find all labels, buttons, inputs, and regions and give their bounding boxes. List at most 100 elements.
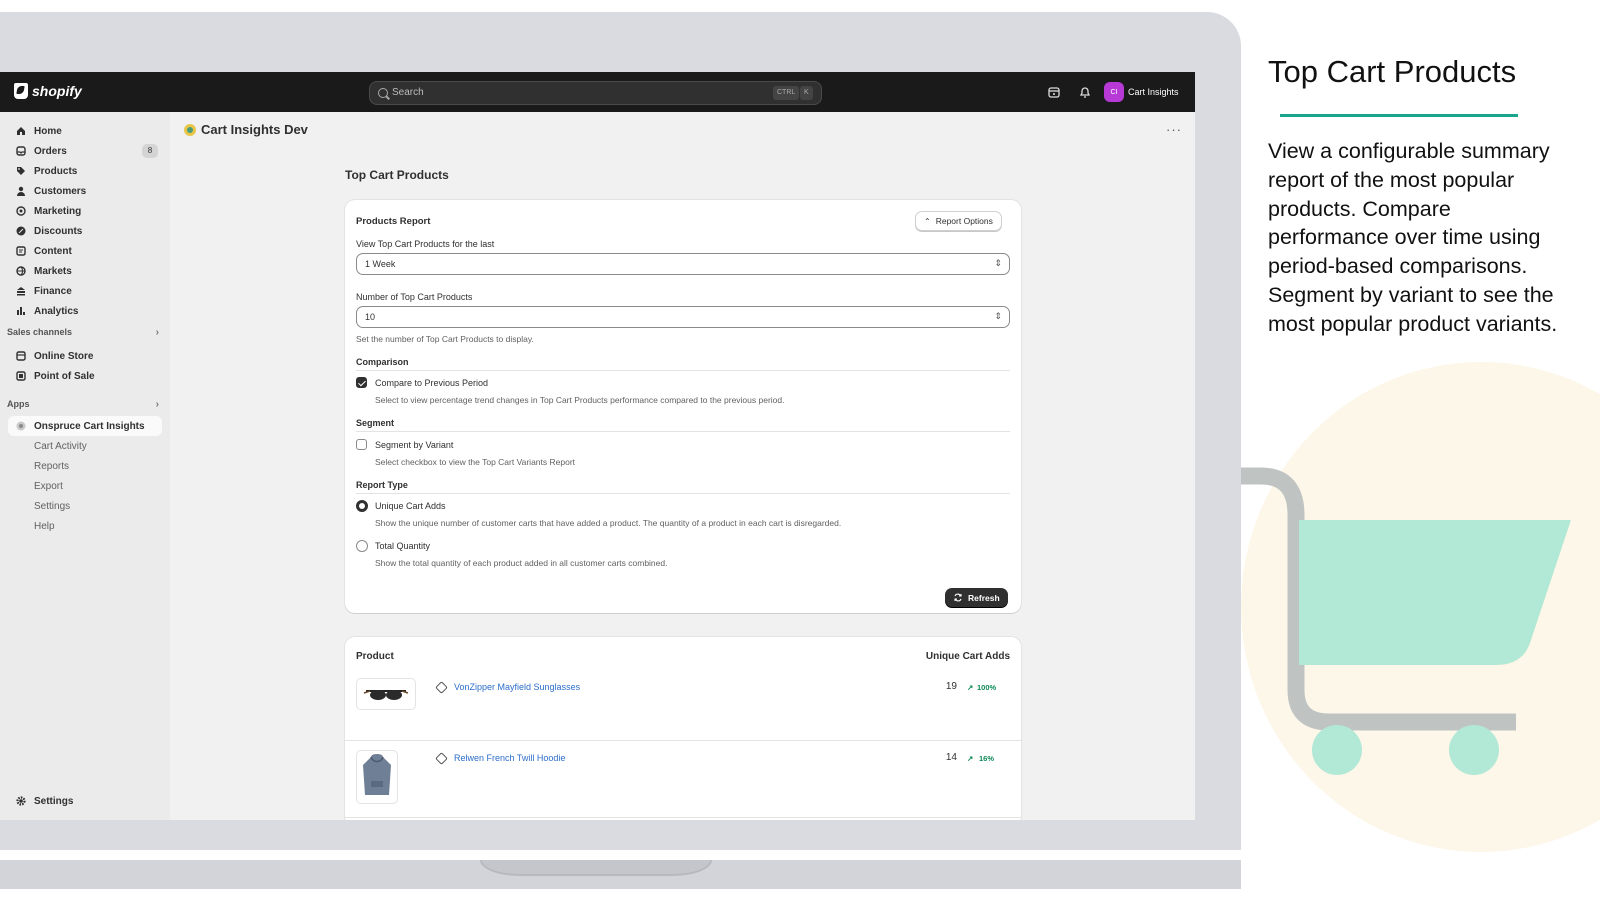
- sidebar-item-label: Finance: [34, 285, 72, 297]
- report-options-button[interactable]: ⌃ Report Options: [915, 211, 1002, 231]
- comparison-help-text: Select to view percentage trend changes …: [375, 395, 785, 405]
- compare-previous-checkbox[interactable]: [356, 377, 367, 388]
- sidebar-item-label: Discounts: [34, 225, 83, 237]
- top-products-table: Product Unique Cart Adds VonZipper Mayfi…: [345, 637, 1021, 820]
- product-thumbnail-sunglasses[interactable]: [356, 678, 416, 710]
- top-bar: shopify Search CTRL K CI Cart Insights: [0, 72, 1195, 112]
- unique-cart-adds-radio[interactable]: [356, 500, 368, 512]
- pos-icon: [16, 371, 26, 381]
- search-input[interactable]: Search CTRL K: [369, 81, 822, 105]
- more-actions-icon[interactable]: ···: [1166, 122, 1182, 137]
- bell-icon[interactable]: [1078, 85, 1092, 99]
- sidebar-item-reports[interactable]: Reports: [8, 456, 162, 476]
- trend-percent: 100%: [977, 683, 997, 692]
- count-label: Number of Top Cart Products: [356, 292, 473, 302]
- sidebar-item-label: Onspruce Cart Insights: [34, 420, 145, 432]
- segment-variant-checkbox[interactable]: [356, 439, 367, 450]
- sidebar-item-finance[interactable]: Finance: [8, 281, 162, 301]
- sidebar-item-analytics[interactable]: Analytics: [8, 301, 162, 321]
- search-icon: [378, 88, 388, 98]
- app-icon: [16, 421, 26, 431]
- sidebar-item-label: Reports: [34, 460, 70, 472]
- sidebar-item-label: Point of Sale: [34, 370, 95, 382]
- chevron-up-icon: ⌃: [924, 216, 931, 226]
- sidebar-item-marketing[interactable]: Marketing: [8, 201, 162, 221]
- compare-previous-label: Compare to Previous Period: [375, 378, 489, 388]
- product-thumbnail-hoodie[interactable]: [356, 750, 398, 804]
- divider: [356, 370, 1010, 371]
- total-quantity-help: Show the total quantity of each product …: [375, 558, 668, 568]
- tag-icon: [435, 681, 448, 694]
- sunglasses-image: [363, 690, 409, 700]
- count-select[interactable]: 10: [356, 306, 1010, 328]
- sidebar-item-help[interactable]: Help: [8, 516, 162, 536]
- report-options-label: Report Options: [935, 216, 993, 226]
- shortcut-ctrl-key: CTRL: [773, 86, 800, 100]
- apps-heading[interactable]: Apps ›: [7, 399, 159, 410]
- inbox-icon: [16, 146, 26, 156]
- segment-help-text: Select checkbox to view the Top Cart Var…: [375, 457, 576, 467]
- period-select[interactable]: 1 Week: [356, 253, 1010, 275]
- product-link[interactable]: VonZipper Mayfield Sunglasses: [454, 682, 580, 692]
- chevron-right-icon: ›: [155, 399, 159, 410]
- sidebar-item-label: Cart Activity: [34, 440, 87, 452]
- report-heading: Products Report: [356, 216, 431, 227]
- shortcut-k-key: K: [800, 86, 813, 100]
- sidebar-item-app-settings[interactable]: Settings: [8, 496, 162, 516]
- sidebar-item-orders[interactable]: Orders 8: [8, 141, 162, 161]
- sidebar-item-settings[interactable]: Settings: [8, 791, 162, 811]
- sidebar-item-export[interactable]: Export: [8, 476, 162, 496]
- shopify-logo[interactable]: shopify: [14, 83, 82, 99]
- comparison-heading: Comparison: [356, 357, 409, 367]
- sales-channels-label: Sales channels: [7, 327, 73, 337]
- laptop-frame: shopify Search CTRL K CI Cart Insights H…: [0, 12, 1241, 850]
- sidebar-item-markets[interactable]: Markets: [8, 261, 162, 281]
- trend-up-icon: ↗: [967, 683, 974, 692]
- chevron-right-icon: ›: [155, 327, 159, 338]
- sidebar-item-customers[interactable]: Customers: [8, 181, 162, 201]
- store-alert-icon[interactable]: [1047, 85, 1061, 99]
- sidebar-item-products[interactable]: Products: [8, 161, 162, 181]
- user-menu[interactable]: CI Cart Insights: [1104, 82, 1179, 102]
- refresh-label: Refresh: [968, 592, 1000, 603]
- avatar: CI: [1104, 82, 1124, 102]
- sidebar-item-label: Help: [34, 520, 55, 532]
- segment-variant-label: Segment by Variant: [375, 440, 454, 450]
- trend-up-icon: ↗: [967, 754, 974, 763]
- total-quantity-radio[interactable]: [356, 540, 368, 552]
- hoodie-image: [363, 754, 391, 795]
- title-underline: [1280, 114, 1518, 117]
- segment-heading: Segment: [356, 418, 395, 428]
- period-label: View Top Cart Products for the last: [356, 239, 495, 249]
- person-icon: [17, 186, 25, 196]
- sidebar-item-home[interactable]: Home: [8, 121, 162, 141]
- user-name: Cart Insights: [1128, 87, 1179, 97]
- sidebar-item-label: Settings: [34, 795, 74, 807]
- unique-cart-adds-value: 19: [945, 681, 957, 692]
- sidebar-item-label: Online Store: [34, 350, 94, 362]
- sales-channels-heading[interactable]: Sales channels ›: [7, 327, 159, 338]
- sidebar-item-discounts[interactable]: Discounts: [8, 221, 162, 241]
- sidebar-item-label: Markets: [34, 265, 72, 277]
- sidebar-item-label: Customers: [34, 185, 87, 197]
- product-link[interactable]: Relwen French Twill Hoodie: [454, 753, 565, 763]
- sidebar-item-point-of-sale[interactable]: Point of Sale: [8, 366, 162, 386]
- trend-percent: 16%: [979, 754, 995, 763]
- target-icon: [16, 206, 26, 216]
- sidebar-item-online-store[interactable]: Online Store: [8, 346, 162, 366]
- content-icon: [16, 246, 26, 256]
- orders-count-badge: 8: [142, 144, 158, 158]
- feature-panel: Top Cart Products View a configurable su…: [1241, 0, 1600, 900]
- bar-chart-icon: [17, 307, 25, 315]
- row-divider: [345, 740, 1021, 741]
- sidebar-item-onspruce-cart-insights[interactable]: Onspruce Cart Insights: [8, 416, 162, 436]
- tag-icon: [435, 752, 448, 765]
- sidebar-item-label: Content: [34, 245, 72, 257]
- sidebar-item-label: Export: [34, 480, 63, 492]
- sidebar-item-content[interactable]: Content: [8, 241, 162, 261]
- bank-icon: [17, 287, 25, 296]
- refresh-icon: [954, 593, 962, 602]
- refresh-button[interactable]: Refresh: [945, 588, 1008, 607]
- products-report-card: Products Report ⌃ Report Options View To…: [345, 200, 1021, 613]
- sidebar-item-cart-activity[interactable]: Cart Activity: [8, 436, 162, 456]
